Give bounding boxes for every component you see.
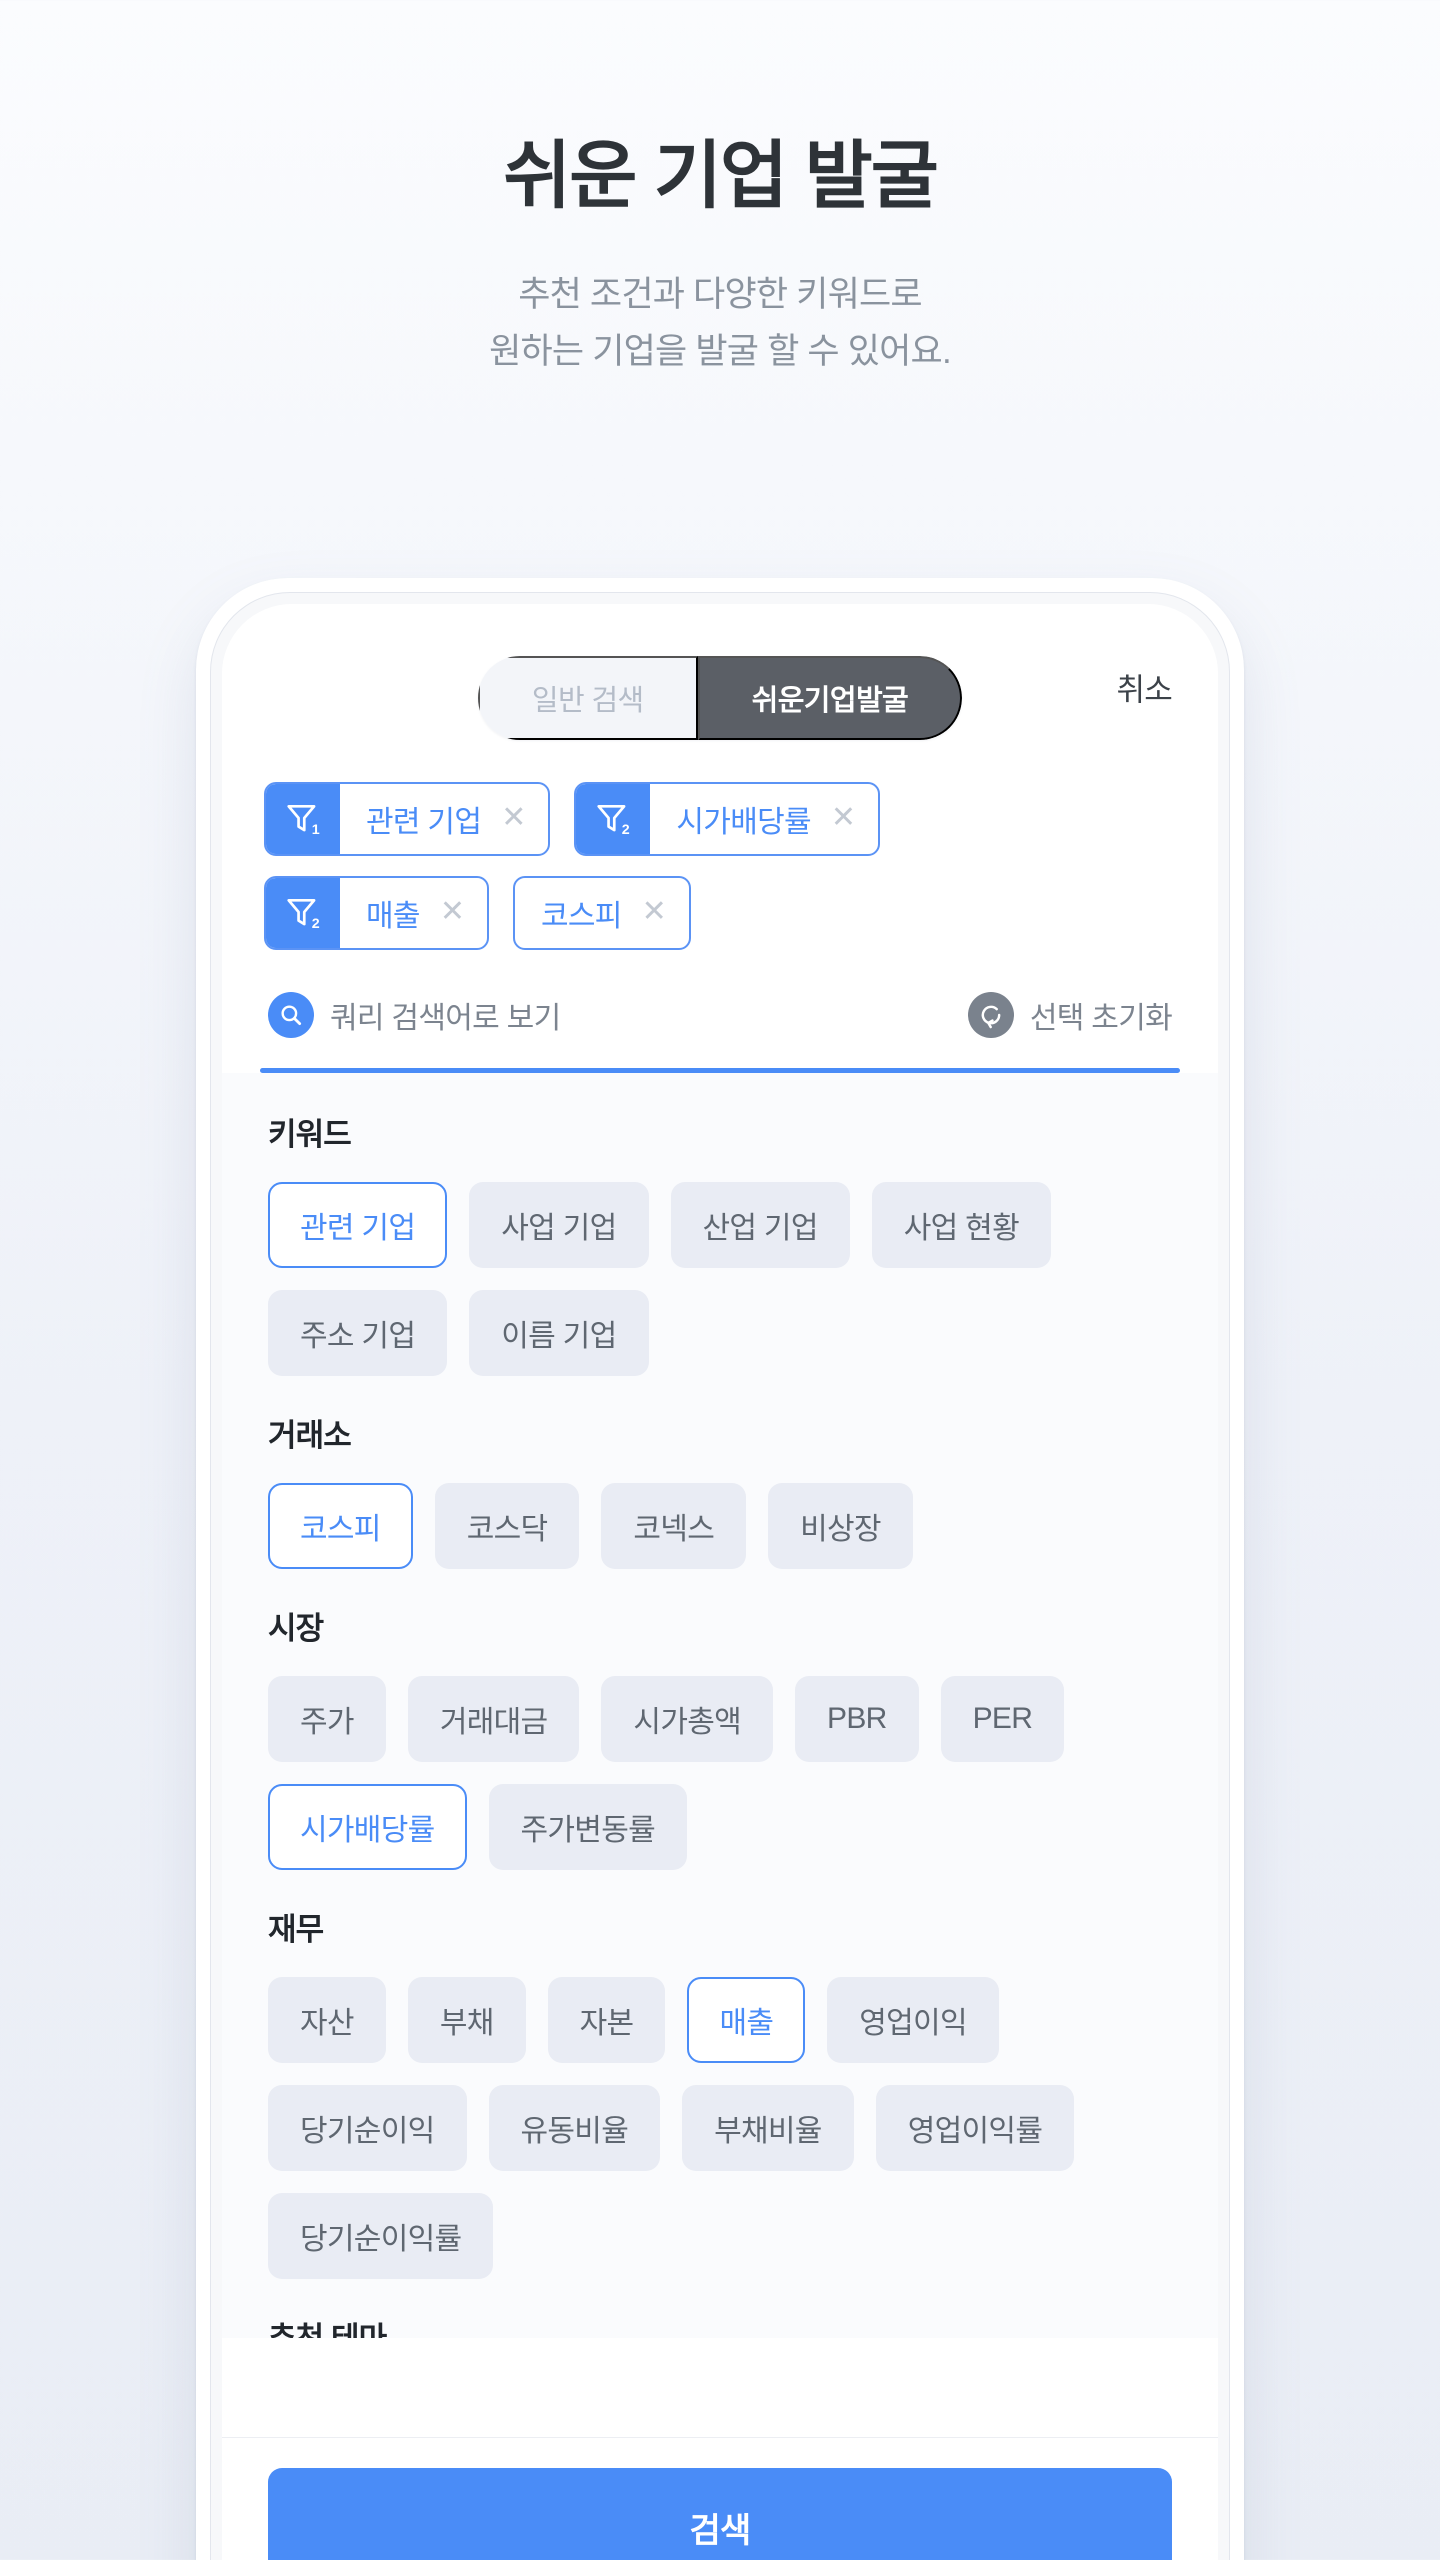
subtitle-line-1: 추천 조건과 다양한 키워드로 — [518, 275, 922, 315]
option-group: 관련 기업 사업 기업 산업 기업 사업 현황 주소 기업 이름 기업 — [268, 1182, 1172, 1376]
selected-filter-label: 코스피 — [540, 900, 622, 933]
view-query-label: 쿼리 검색어로 보기 — [330, 1002, 561, 1035]
option-chip[interactable]: 이름 기업 — [469, 1290, 649, 1376]
option-chip[interactable]: 주소 기업 — [268, 1290, 448, 1376]
option-chip[interactable]: 당기순이익 — [268, 2085, 467, 2171]
page-subtitle: 추천 조건과 다양한 키워드로 원하는 기업을 발굴 할 수 있어요. — [0, 267, 1440, 380]
view-query-button[interactable]: 쿼리 검색어로 보기 — [268, 992, 561, 1038]
phone-screen: 일반 검색 쉬운기업발굴 취소 1 관련 기업 ✕ 2 시가배당률 ✕ 2 매출… — [222, 604, 1218, 2560]
filter-funnel-icon: 1 — [266, 784, 340, 854]
filter-funnel-icon: 2 — [266, 878, 340, 948]
section-title: 추천 테마 — [268, 2313, 1172, 2338]
section-title: 거래소 — [268, 1418, 352, 1453]
subtitle-line-2: 원하는 기업을 발굴 할 수 있어요. — [489, 332, 952, 371]
selected-filter-row-1: 1 관련 기업 ✕ 2 시가배당률 ✕ — [264, 782, 1176, 856]
option-chip[interactable]: 코스닥 — [434, 1483, 580, 1569]
option-chip[interactable]: 주가변동률 — [488, 1784, 687, 1870]
option-chip[interactable]: 자산 — [268, 1977, 386, 2063]
option-chip[interactable]: 사업 기업 — [469, 1182, 649, 1268]
option-chip[interactable]: 코스피 — [268, 1483, 413, 1569]
selected-filter-chip[interactable]: 1 관련 기업 ✕ — [264, 782, 551, 856]
selected-filter-chip[interactable]: 2 시가배당률 ✕ — [574, 782, 881, 856]
option-chip[interactable]: 영업이익 — [827, 1977, 999, 2063]
reset-selection-button[interactable]: 선택 초기화 — [967, 992, 1173, 1038]
cancel-button[interactable]: 취소 — [1117, 665, 1173, 710]
selected-filter-label: 시가배당률 — [676, 806, 811, 839]
filter-badge-number: 2 — [622, 822, 630, 838]
option-chip[interactable]: 사업 현황 — [871, 1182, 1051, 1268]
tab-general-search[interactable]: 일반 검색 — [477, 656, 698, 740]
option-chip[interactable]: 자본 — [547, 1977, 666, 2063]
option-chip[interactable]: 매출 — [687, 1977, 806, 2063]
close-icon[interactable]: ✕ — [642, 896, 667, 930]
option-chip[interactable]: 부채비율 — [682, 2085, 854, 2171]
option-chip[interactable]: 부채 — [407, 1977, 526, 2063]
filter-options-scroll[interactable]: 키워드 관련 기업 사업 기업 산업 기업 사업 현황 주소 기업 이름 기업 … — [222, 1073, 1218, 2338]
search-button[interactable]: 검색 — [268, 2468, 1172, 2560]
option-chip[interactable]: 유동비율 — [488, 2085, 661, 2171]
option-chip[interactable]: PER — [940, 1676, 1065, 1762]
section-title: 재무 — [268, 1912, 324, 1947]
app-topbar: 일반 검색 쉬운기업발굴 취소 — [222, 604, 1218, 770]
phone-bezel: 일반 검색 쉬운기업발굴 취소 1 관련 기업 ✕ 2 시가배당률 ✕ 2 매출… — [210, 592, 1230, 2560]
reset-selection-label: 선택 초기화 — [1029, 1002, 1173, 1035]
search-icon — [268, 992, 314, 1038]
option-group: 주가 거래대금 시가총액 PBR PER 시가배당률 주가변동률 — [268, 1676, 1172, 1870]
selected-filters-area: 1 관련 기업 ✕ 2 시가배당률 ✕ 2 매출 ✕ 코스피 ✕ — [222, 770, 1218, 950]
section-title: 키워드 — [268, 1117, 352, 1152]
close-icon[interactable]: ✕ — [440, 896, 465, 930]
option-chip[interactable]: 거래대금 — [407, 1676, 580, 1762]
section-exchange: 거래소 코스피 코스닥 코넥스 비상장 — [268, 1410, 1172, 1569]
section-keyword: 키워드 관련 기업 사업 기업 산업 기업 사업 현황 주소 기업 이름 기업 — [268, 1109, 1172, 1376]
reset-icon — [967, 992, 1014, 1038]
selected-filter-body: 시가배당률 ✕ — [650, 784, 878, 854]
selected-filter-label: 매출 — [366, 900, 421, 933]
hero-section: 쉬운 기업 발굴 추천 조건과 다양한 키워드로 원하는 기업을 발굴 할 수 … — [0, 0, 1440, 381]
tab-easy-discovery[interactable]: 쉬운기업발굴 — [697, 656, 963, 740]
section-market: 시장 주가 거래대금 시가총액 PBR PER 시가배당률 주가변동률 — [268, 1603, 1172, 1870]
option-chip[interactable]: PBR — [795, 1676, 919, 1762]
bottom-action-bar: 검색 — [222, 2437, 1218, 2560]
page-title: 쉬운 기업 발굴 — [503, 134, 939, 217]
section-title: 시장 — [268, 1611, 324, 1646]
option-chip[interactable]: 주가 — [268, 1676, 386, 1762]
option-group: 자산 부채 자본 매출 영업이익 당기순이익 유동비율 부채비율 영업이익률 당… — [268, 1977, 1172, 2279]
option-chip[interactable]: 당기순이익률 — [268, 2193, 494, 2279]
selected-filter-chip[interactable]: 코스피 ✕ — [512, 876, 691, 950]
option-chip[interactable]: 시가배당률 — [268, 1784, 467, 1870]
search-mode-tabs[interactable]: 일반 검색 쉬운기업발굴 — [477, 656, 963, 740]
section-recommended-theme: 추천 테마 — [268, 2313, 1172, 2338]
filter-actions-row: 쿼리 검색어로 보기 선택 초기화 — [222, 970, 1218, 1068]
option-chip[interactable]: 영업이익률 — [875, 2085, 1075, 2171]
close-icon[interactable]: ✕ — [501, 802, 526, 836]
close-icon[interactable]: ✕ — [831, 802, 856, 836]
selected-filter-body: 코스피 ✕ — [515, 878, 689, 948]
filter-badge-number: 2 — [312, 916, 320, 932]
option-chip[interactable]: 코넥스 — [601, 1483, 747, 1569]
selected-filter-body: 매출 ✕ — [340, 878, 487, 948]
option-chip[interactable]: 산업 기업 — [670, 1182, 850, 1268]
option-chip[interactable]: 관련 기업 — [268, 1182, 448, 1268]
selected-filter-label: 관련 기업 — [366, 806, 482, 839]
selected-filter-body: 관련 기업 ✕ — [340, 784, 548, 854]
selected-filter-row-2: 2 매출 ✕ 코스피 ✕ — [264, 876, 1176, 950]
option-chip[interactable]: 비상장 — [768, 1483, 913, 1569]
option-group: 코스피 코스닥 코넥스 비상장 — [268, 1483, 1172, 1569]
filter-funnel-icon: 2 — [576, 784, 651, 854]
option-chip[interactable]: 시가총액 — [601, 1676, 774, 1762]
phone-mockup: 일반 검색 쉬운기업발굴 취소 1 관련 기업 ✕ 2 시가배당률 ✕ 2 매출… — [196, 578, 1244, 2560]
selected-filter-chip[interactable]: 2 매출 ✕ — [264, 876, 489, 950]
filter-badge-number: 1 — [312, 822, 320, 838]
section-financials: 재무 자산 부채 자본 매출 영업이익 당기순이익 유동비율 부채비율 영업이익… — [268, 1904, 1172, 2279]
